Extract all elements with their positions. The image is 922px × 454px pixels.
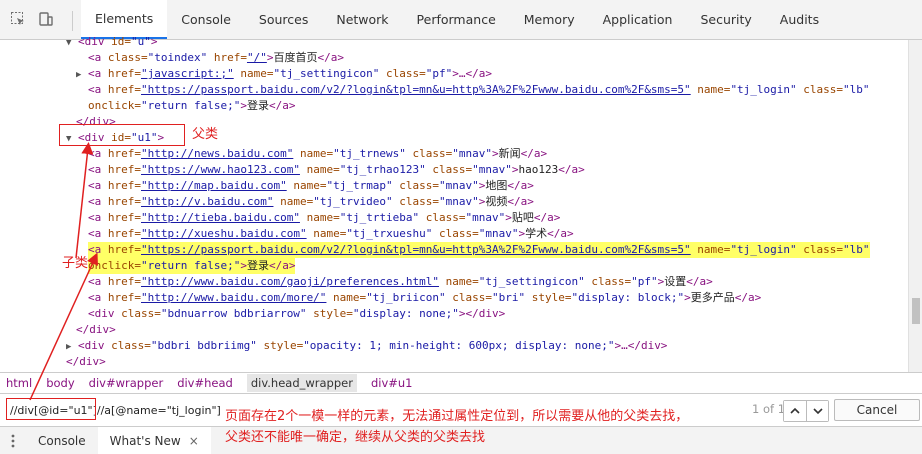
breadcrumb: html body div#wrapper div#head div.head_… xyxy=(0,372,922,394)
inspect-cursor-icon[interactable] xyxy=(6,7,30,31)
previous-match-button[interactable] xyxy=(784,401,806,421)
dom-line-div-bdnuarrow[interactable]: <div class="bdnuarrow bdbriarrow" style=… xyxy=(88,306,505,322)
toolbar-separator xyxy=(72,11,73,31)
device-toggle-icon[interactable] xyxy=(34,7,58,31)
expand-triangle-icon[interactable]: ▼ xyxy=(66,35,78,51)
chevron-down-icon xyxy=(812,408,823,415)
collapse-triangle-icon[interactable]: ▶ xyxy=(76,67,88,83)
drawer-menu-icon[interactable] xyxy=(0,434,26,448)
child-label: 子类 xyxy=(62,256,89,271)
dom-line-div-bdbri[interactable]: ▶ <div class="bdbri bdbriimg" style="opac… xyxy=(66,338,667,354)
dom-line-a-login-1[interactable]: <a href="https://passport.baidu.com/v2/?… xyxy=(88,82,870,98)
dom-tree-scrollbar[interactable] xyxy=(908,40,922,372)
close-icon[interactable]: × xyxy=(189,434,199,448)
parent-highlight-box xyxy=(59,124,185,146)
crumb-div-wrapper[interactable]: div#wrapper xyxy=(89,376,164,390)
dom-line-a-briicon[interactable]: <a href="http://www.baidu.com/more/" nam… xyxy=(88,290,761,306)
crumb-div-head-wrapper[interactable]: div.head_wrapper xyxy=(246,374,357,392)
drawer-tab-whats-new-label: What's New xyxy=(109,433,181,448)
dom-line-a-login-2-highlighted[interactable]: <a href="https://passport.baidu.com/v2/?… xyxy=(88,242,870,258)
dom-line-a-login-2-cont: onclick="return false;">登录</a> xyxy=(88,258,296,274)
collapse-triangle-icon[interactable]: ▶ xyxy=(66,339,78,355)
dom-line-div-u[interactable]: ▼ <div id="u"> xyxy=(66,34,158,50)
crumb-div-u1[interactable]: div#u1 xyxy=(371,376,413,390)
search-parent-highlight-box xyxy=(6,398,96,420)
dom-line-a-trmap[interactable]: <a href="http://map.baidu.com" name="tj_… xyxy=(88,178,534,194)
match-nav xyxy=(783,400,829,422)
dom-line-a-trtieba[interactable]: <a href="http://tieba.baidu.com" name="t… xyxy=(88,210,560,226)
drawer-tab-console[interactable]: Console xyxy=(26,427,98,454)
crumb-div-head[interactable]: div#head xyxy=(177,376,233,390)
note-line-2: 父类还不能唯一确定，继续从父类的父类去找 xyxy=(225,430,486,445)
dom-tree: ▼ <div id="u"> <a class="toindex" href="/… xyxy=(0,34,908,370)
dom-line-a-trhao123[interactable]: <a href="https://www.hao123.com" name="t… xyxy=(88,162,585,178)
dom-line-a-settingicon[interactable]: ▶ <a href="javascript:;" name="tj_setting… xyxy=(76,66,492,82)
chevron-up-icon xyxy=(790,407,800,414)
match-count: 1 of 1 xyxy=(752,402,786,416)
dom-line-div-u1-close: </div> xyxy=(76,323,116,336)
dom-line-a-trxueshu[interactable]: <a href="http://xueshu.baidu.com" name="… xyxy=(88,226,574,242)
drawer-tab-whats-new[interactable]: What's New × xyxy=(97,426,211,454)
next-match-button[interactable] xyxy=(806,401,828,421)
parent-label: 父类 xyxy=(192,127,219,142)
note-line-1: 页面存在2个一模一样的元素，无法通过属性定位到，所以需要从他的父类去找， xyxy=(225,409,689,424)
crumb-html[interactable]: html xyxy=(6,376,32,390)
dom-line-a-preferences[interactable]: <a href="http://www.baidu.com/gaoji/pref… xyxy=(88,274,713,290)
dom-line-a-login-1-cont: onclick="return false;">登录</a> xyxy=(88,99,296,112)
crumb-body[interactable]: body xyxy=(46,376,74,390)
cancel-button[interactable]: Cancel xyxy=(834,399,920,421)
scrollbar-thumb[interactable] xyxy=(912,298,920,324)
dom-line-a-trnews[interactable]: <a href="http://news.baidu.com" name="tj… xyxy=(88,146,547,162)
dom-line-a-toindex[interactable]: <a class="toindex" href="/">百度首页</a> xyxy=(88,50,344,66)
dom-line-a-trvideo[interactable]: <a href="http://v.baidu.com" name="tj_tr… xyxy=(88,194,534,210)
dom-line-div-close: </div> xyxy=(66,355,106,368)
